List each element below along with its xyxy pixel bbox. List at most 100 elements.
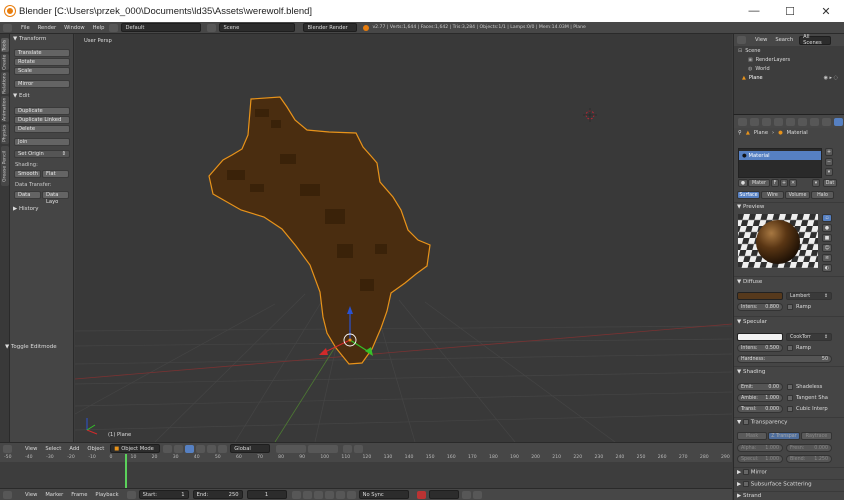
- specular-intensity-field[interactable]: Intens: 0.500: [737, 344, 783, 352]
- material-browse-button[interactable]: ●: [738, 179, 748, 187]
- ambient-field[interactable]: Ambie: 1.000: [737, 394, 783, 402]
- preview-sky-icon[interactable]: ◐: [822, 264, 832, 272]
- play-reverse-icon[interactable]: [313, 490, 323, 499]
- data-layouts-button[interactable]: Data Layo: [42, 191, 69, 205]
- editor-type-icon[interactable]: [3, 490, 12, 499]
- diffuse-panel-header[interactable]: ▼ Diffuse: [737, 279, 762, 285]
- strand-panel-header[interactable]: ▶ Strand: [737, 493, 761, 499]
- specular-alpha-field[interactable]: Specul: 1.000: [737, 455, 783, 463]
- prev-key-icon[interactable]: [302, 490, 312, 499]
- pivot-icon[interactable]: [174, 444, 184, 453]
- maximize-button[interactable]: ☐: [772, 0, 808, 22]
- 3d-viewport[interactable]: User Persp (1) Plane: [75, 34, 732, 442]
- preview-flat-icon[interactable]: ▫: [822, 214, 832, 222]
- outliner-row-renderlayers[interactable]: ▣ RenderLayers: [748, 57, 790, 63]
- menu-select[interactable]: Select: [41, 446, 65, 452]
- viewport-shading-icon[interactable]: [163, 444, 173, 453]
- keying-set-field[interactable]: [428, 490, 459, 499]
- material-name-field[interactable]: Mater: [748, 179, 770, 187]
- constraints-tab-icon[interactable]: [798, 118, 807, 126]
- object-tab-icon[interactable]: [786, 118, 795, 126]
- tab-create[interactable]: Create: [1, 54, 9, 70]
- duplicate-button[interactable]: Duplicate: [14, 107, 70, 115]
- tab-tools[interactable]: Tools: [1, 38, 9, 52]
- translate-manip-icon[interactable]: [196, 444, 206, 453]
- mirror-button[interactable]: Mirror: [14, 80, 70, 88]
- scene-select[interactable]: Scene: [219, 23, 296, 32]
- menu-object[interactable]: Object: [83, 446, 108, 452]
- end-frame-field[interactable]: End: 250: [192, 490, 243, 499]
- autokey-icon[interactable]: [416, 490, 426, 499]
- modifiers-tab-icon[interactable]: [810, 118, 819, 126]
- new-material-button[interactable]: +: [780, 179, 788, 187]
- render-tab-icon[interactable]: [738, 118, 747, 126]
- outliner-row-plane[interactable]: ▲ Plane: [742, 75, 763, 81]
- mirror-panel-header[interactable]: ▶ Mirror: [737, 469, 767, 476]
- preview-monkey-icon[interactable]: ☺: [822, 244, 832, 252]
- menu-file[interactable]: File: [17, 25, 34, 31]
- scene-icon[interactable]: [207, 23, 217, 32]
- close-button[interactable]: ✕: [808, 0, 844, 22]
- record-icon[interactable]: [126, 490, 136, 499]
- current-frame-field[interactable]: 1: [246, 490, 287, 499]
- editor-type-icon[interactable]: [3, 444, 12, 453]
- layers-icon[interactable]: [276, 444, 307, 453]
- rotate-button[interactable]: Rotate: [14, 58, 70, 66]
- material-tab-icon[interactable]: [834, 118, 843, 126]
- tab-surface[interactable]: Surface: [737, 191, 760, 199]
- menu-view[interactable]: View: [21, 492, 41, 498]
- editor-type-icon[interactable]: [737, 36, 746, 44]
- translucency-field[interactable]: Transl: 0.000: [737, 405, 783, 413]
- werewolf-model[interactable]: [208, 96, 431, 365]
- data-tab-icon[interactable]: [822, 118, 831, 126]
- cubic-interp-checkbox[interactable]: [787, 406, 793, 412]
- outliner-menu-view[interactable]: View: [751, 37, 771, 43]
- preview-hair-icon[interactable]: ≋: [822, 254, 832, 262]
- transparency-checkbox[interactable]: [742, 419, 749, 425]
- material-slot-row[interactable]: ● Material: [739, 151, 821, 160]
- link-browse-icon[interactable]: ▾: [812, 179, 820, 187]
- render-layers-tab-icon[interactable]: [750, 118, 759, 126]
- menu-playback[interactable]: Playback: [91, 492, 122, 498]
- emit-field[interactable]: Emit: 0.00: [737, 383, 783, 391]
- mirror-checkbox[interactable]: [742, 469, 749, 475]
- tab-physics[interactable]: Physics: [1, 124, 9, 144]
- diffuse-ramp-checkbox[interactable]: [787, 304, 793, 310]
- outliner-display-select[interactable]: All Scenes: [799, 34, 832, 46]
- jump-end-icon[interactable]: [346, 490, 356, 499]
- sync-select[interactable]: No Sync: [358, 490, 409, 499]
- play-icon[interactable]: [324, 490, 334, 499]
- blend-field[interactable]: Blend: 1.250: [786, 455, 832, 463]
- menu-view[interactable]: View: [21, 446, 41, 452]
- material-slots-list[interactable]: ● Material: [738, 148, 822, 178]
- tab-grease-pencil[interactable]: Grease Pencil: [1, 146, 9, 186]
- outliner-row-scene[interactable]: ⊟ Scene: [738, 48, 760, 54]
- preview-panel-header[interactable]: ▼ Preview: [737, 204, 764, 210]
- next-key-icon[interactable]: [335, 490, 345, 499]
- set-origin-dropdown[interactable]: Set Origin ⇕: [14, 150, 70, 158]
- translate-button[interactable]: Translate: [14, 49, 70, 57]
- render-engine-select[interactable]: Blender Render: [303, 23, 358, 32]
- data-button[interactable]: Data: [14, 191, 41, 199]
- transparency-ztransp-button[interactable]: Z Transpar: [768, 432, 800, 440]
- hardness-field[interactable]: Hardness: 50: [737, 355, 832, 363]
- viewport-canvas[interactable]: [75, 34, 732, 442]
- diffuse-shader-select[interactable]: Lambert ⇕: [786, 292, 832, 300]
- specular-ramp-checkbox[interactable]: [787, 345, 793, 351]
- shadeless-checkbox[interactable]: [787, 384, 793, 390]
- layers-icon-2[interactable]: [308, 444, 339, 453]
- specular-panel-header[interactable]: ▼ Specular: [737, 319, 767, 325]
- specular-shader-select[interactable]: CookTorr ⇕: [786, 333, 832, 341]
- sss-panel-header[interactable]: ▶ Subsurface Scattering: [737, 481, 812, 488]
- minimize-button[interactable]: —: [736, 0, 772, 22]
- visibility-eye-icon[interactable]: ◉ ▸ ◌: [824, 75, 838, 81]
- specular-color-swatch[interactable]: [737, 333, 783, 341]
- join-button[interactable]: Join: [14, 138, 70, 146]
- scene-tab-icon[interactable]: [762, 118, 771, 126]
- sss-checkbox[interactable]: [742, 481, 749, 487]
- playhead[interactable]: [125, 454, 127, 488]
- layout-icon[interactable]: [109, 23, 119, 32]
- transparency-mask-button[interactable]: Mask: [737, 432, 767, 440]
- history-panel-header[interactable]: ▶ History: [13, 206, 39, 212]
- rotate-manip-icon[interactable]: [207, 444, 217, 453]
